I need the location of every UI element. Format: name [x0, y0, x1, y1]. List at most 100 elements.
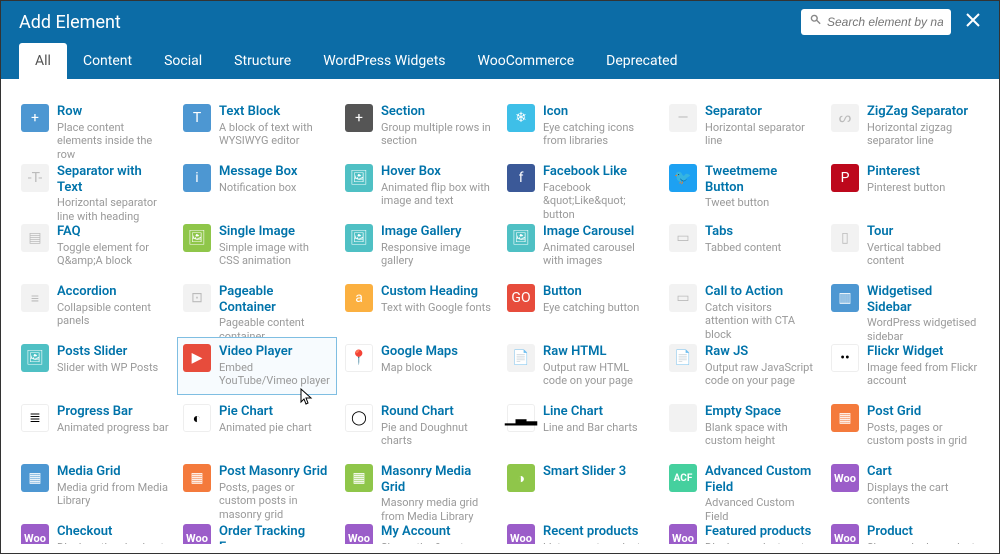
element-icon: ▥	[831, 284, 859, 312]
element-icon: ▦	[21, 464, 49, 492]
element-flickr-widget[interactable]: ••Flickr WidgetImage feed from Flickr ac…	[825, 337, 985, 395]
element-text-block[interactable]: TText BlockA block of text with WYSIWYG …	[177, 97, 337, 155]
element-pie-chart[interactable]: ◐Pie ChartAnimated pie chart	[177, 397, 337, 455]
element-media-grid[interactable]: ▦Media GridMedia grid from Media Library	[15, 457, 175, 515]
element-cart[interactable]: WooCartDisplays the cart contents	[825, 457, 985, 515]
close-button[interactable]	[965, 12, 981, 32]
element-text: Posts SliderSlider with WP Posts	[57, 344, 158, 374]
tab-structure[interactable]: Structure	[218, 43, 307, 79]
tab-all[interactable]: All	[19, 43, 67, 79]
element-text: Pageable ContainerPageable content conta…	[219, 284, 331, 344]
element-desc: Image feed from Flickr account	[867, 361, 979, 389]
element-posts-slider[interactable]: 🖼 Posts SliderSlider with WP Posts	[15, 337, 175, 395]
element-single-image[interactable]: 🖼Single ImageSimple image with CSS anima…	[177, 217, 337, 275]
element-icon[interactable]: ❄IconEye catching icons from libraries	[501, 97, 661, 155]
tab-woocommerce[interactable]: WooCommerce	[462, 43, 591, 79]
element-icon: Woo	[831, 524, 859, 544]
search-box[interactable]	[801, 9, 951, 35]
element-featured-products[interactable]: WooFeatured productsDisplay products set…	[663, 517, 823, 544]
element-google-maps[interactable]: 📍Google MapsMap block	[339, 337, 499, 395]
element-checkout[interactable]: WooCheckoutDisplays the checkout	[15, 517, 175, 544]
element-custom-heading[interactable]: aCustom HeadingText with Google fonts	[339, 277, 499, 335]
tab-social[interactable]: Social	[148, 43, 218, 79]
element-text: ZigZag SeparatorHorizontal zigzag separa…	[867, 104, 979, 148]
element-text: Raw HTMLOutput raw HTML code on your pag…	[543, 344, 655, 388]
tab-wordpress-widgets[interactable]: WordPress Widgets	[307, 43, 461, 79]
element-image-gallery[interactable]: 🖼Image GalleryResponsive image gallery	[339, 217, 499, 275]
element-text: Message BoxNotification box	[219, 164, 297, 194]
element-text: Single ImageSimple image with CSS animat…	[219, 224, 331, 268]
element-icon: ▦	[831, 404, 859, 432]
element-title: Facebook Like	[543, 164, 655, 180]
tab-content[interactable]: Content	[67, 43, 148, 79]
element-accordion[interactable]: ≡AccordionCollapsible content panels	[15, 277, 175, 335]
element-tabs[interactable]: ▭TabsTabbed content	[663, 217, 823, 275]
element-tweetmeme-button[interactable]: 🐦Tweetmeme ButtonTweet button	[663, 157, 823, 215]
element-faq[interactable]: ▤FAQToggle element for Q&amp;A block	[15, 217, 175, 275]
element-title: Product	[867, 524, 979, 540]
element-text: ButtonEye catching button	[543, 284, 639, 314]
element-text: TabsTabbed content	[705, 224, 781, 254]
tab-deprecated[interactable]: Deprecated	[590, 43, 693, 79]
element-icon: ◐	[183, 404, 211, 432]
element-empty-space[interactable]: Empty SpaceBlank space with custom heigh…	[663, 397, 823, 455]
element-desc: Displays the cart contents	[867, 481, 979, 509]
element-video-player[interactable]: ▶Video PlayerEmbed YouTube/Vimeo player	[177, 337, 337, 395]
element-post-grid[interactable]: ▦Post GridPosts, pages or custom posts i…	[825, 397, 985, 455]
element-raw-html[interactable]: 📄 Raw HTMLOutput raw HTML code on your pa…	[501, 337, 661, 395]
element-progress-bar[interactable]: ≣Progress BarAnimated progress bar	[15, 397, 175, 455]
element-round-chart[interactable]: ◯Round ChartPie and Doughnut charts	[339, 397, 499, 455]
element-text: Custom HeadingText with Google fonts	[381, 284, 491, 314]
element-hover-box[interactable]: 🖼Hover BoxAnimated flip box with image a…	[339, 157, 499, 215]
element-icon: 📄	[669, 344, 697, 372]
element-icon: T	[183, 104, 211, 132]
element-advanced-custom-field[interactable]: ACFAdvanced Custom FieldAdvanced Custom …	[663, 457, 823, 515]
element-title: Tour	[867, 224, 979, 240]
element-my-account[interactable]: WooMy AccountShows the &quot;my	[339, 517, 499, 544]
element-post-masonry-grid[interactable]: ▦Post Masonry GridPosts, pages or custom…	[177, 457, 337, 515]
element-title: Section	[381, 104, 493, 120]
element-desc: Horizontal zigzag separator line	[867, 121, 979, 149]
element-tour[interactable]: ▯TourVertical tabbed content	[825, 217, 985, 275]
element-desc: Notification box	[219, 181, 297, 195]
element-zigzag-separator[interactable]: ᔕZigZag SeparatorHorizontal zigzag separ…	[825, 97, 985, 155]
element-desc: Posts, pages or custom posts in grid	[867, 421, 979, 449]
search-input[interactable]	[827, 15, 943, 29]
element-row[interactable]: +RowPlace content elements inside the ro…	[15, 97, 175, 155]
element-text: Tweetmeme ButtonTweet button	[705, 164, 817, 210]
element-icon: 📄	[507, 344, 535, 372]
element-pinterest[interactable]: PPinterestPinterest button	[825, 157, 985, 215]
element-recent-products[interactable]: WooRecent productsLists recent products	[501, 517, 661, 544]
element-call-to-action[interactable]: ▭Call to ActionCatch visitors attention …	[663, 277, 823, 335]
element-icon: Woo	[507, 524, 535, 544]
element-facebook-like[interactable]: fFacebook LikeFacebook &quot;Like&quot; …	[501, 157, 661, 215]
element-button[interactable]: GOButtonEye catching button	[501, 277, 661, 335]
element-title: Pinterest	[867, 164, 945, 180]
element-text: Raw JSOutput raw JavaScript code on your…	[705, 344, 817, 388]
element-line-chart[interactable]: ▁▃▂Line ChartLine and Bar charts	[501, 397, 661, 455]
element-icon: 🖼	[21, 344, 49, 372]
element-title: Empty Space	[705, 404, 817, 420]
element-title: Line Chart	[543, 404, 638, 420]
element-masonry-media-grid[interactable]: ▦Masonry Media GridMasonry media grid fr…	[339, 457, 499, 515]
element-image-carousel[interactable]: 🖼Image CarouselAnimated carousel with im…	[501, 217, 661, 275]
element-widgetised-sidebar[interactable]: ▥Widgetised SidebarWordPress widgetised …	[825, 277, 985, 335]
element-separator[interactable]: —SeparatorHorizontal separator line	[663, 97, 823, 155]
element-text: Smart Slider 3	[543, 464, 626, 481]
element-pageable-container[interactable]: ⊡Pageable ContainerPageable content cont…	[177, 277, 337, 335]
element-icon: P	[831, 164, 859, 192]
element-desc: Pie and Doughnut charts	[381, 421, 493, 449]
element-order-tracking-form[interactable]: WooOrder Tracking FormLets a user see th…	[177, 517, 337, 544]
element-title: Order Tracking Form	[219, 524, 331, 544]
element-message-box[interactable]: iMessage BoxNotification box	[177, 157, 337, 215]
element-product[interactable]: WooProductShow a single product by	[825, 517, 985, 544]
element-icon: ◯	[345, 404, 373, 432]
element-separator-with-text[interactable]: -T-Separator with TextHorizontal separat…	[15, 157, 175, 215]
element-desc: Animated progress bar	[57, 421, 169, 435]
element-section[interactable]: +SectionGroup multiple rows in section	[339, 97, 499, 155]
element-icon: ▦	[345, 464, 373, 492]
element-raw-js[interactable]: 📄 Raw JSOutput raw JavaScript code on you…	[663, 337, 823, 395]
element-smart-slider-3[interactable]: ◑Smart Slider 3	[501, 457, 661, 515]
element-desc: Tweet button	[705, 196, 817, 210]
element-desc: Catch visitors attention with CTA block	[705, 301, 817, 342]
